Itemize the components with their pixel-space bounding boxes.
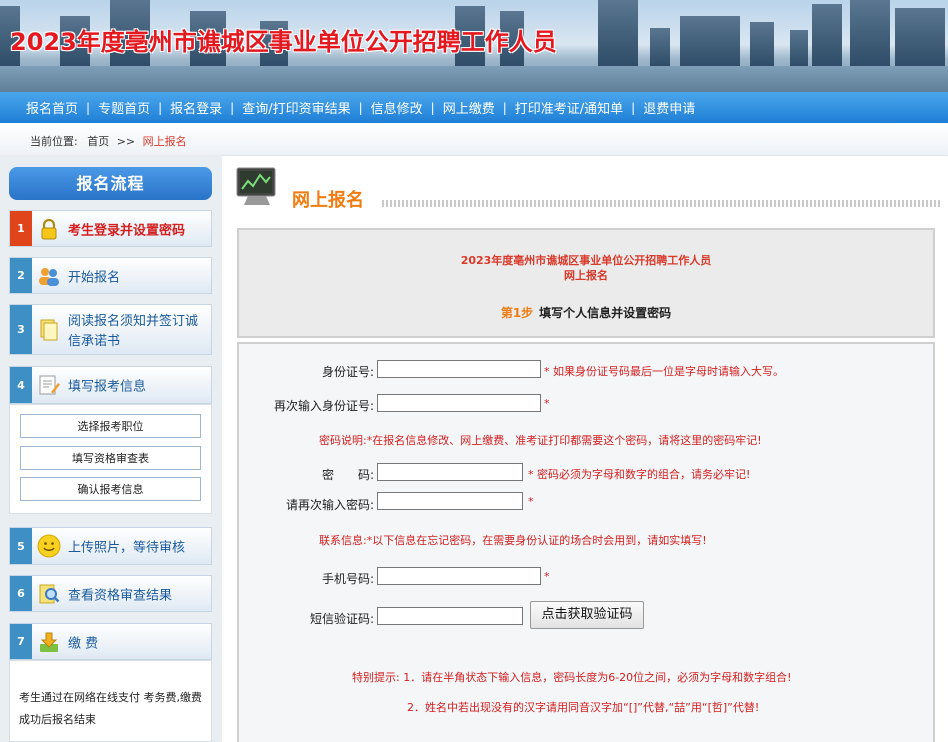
nav-topic-home[interactable]: 专题首页 xyxy=(90,98,158,117)
phone-label: 手机号码: xyxy=(321,572,374,586)
step-4-subpanel: 选择报考职位 填写资格审查表 确认报考信息 xyxy=(9,404,212,514)
password-confirm-label: 请再次输入密码: xyxy=(285,498,374,512)
step-number: 2 xyxy=(10,258,32,293)
id-confirm-hint: * xyxy=(544,397,550,410)
id-number-hint: * 如果身份证号码最后一位是字母时请输入大写。 xyxy=(544,365,784,378)
step-label: 阅读报名须知并签订诚信承诺书 xyxy=(68,314,199,349)
password-confirm-hint: * xyxy=(528,495,534,508)
sidebar: 报名流程 1 考生登录并设置密码 2 开始报名 3 阅读报名须知并签订诚信承诺书… xyxy=(0,155,222,742)
id-number-label: 身份证号: xyxy=(321,365,374,379)
smiley-icon xyxy=(37,534,61,558)
step-6-view-result[interactable]: 6 查看资格审查结果 xyxy=(9,575,212,612)
nav-home[interactable]: 报名首页 xyxy=(18,98,86,117)
step-label: 填写报考信息 xyxy=(68,379,147,395)
exam-subtitle: 网上报名 xyxy=(564,269,608,282)
password-label: 密 码: xyxy=(321,468,374,482)
phone-input[interactable] xyxy=(377,567,541,585)
sms-code-label: 短信验证码: xyxy=(309,612,374,626)
step-number: 7 xyxy=(10,624,32,659)
id-number-input[interactable] xyxy=(377,360,541,378)
exam-name: 2023年度亳州市谯城区事业单位公开招聘工作人员 xyxy=(460,254,712,267)
breadcrumb-current: 网上报名 xyxy=(142,135,187,148)
main-nav: 报名首页 | 专题首页 | 报名登录 | 查询/打印资审结果 | 信息修改 | … xyxy=(0,92,948,123)
step-label: 上传照片，等待审核 xyxy=(68,540,186,556)
confirm-info-button[interactable]: 确认报考信息 xyxy=(20,477,201,501)
tip-1: 特别提示: 1．请在半角状态下输入信息，密码长度为6-20位之间，必须为字母和数… xyxy=(352,671,792,684)
breadcrumb-home[interactable]: 首页 xyxy=(87,135,109,148)
nav-review-results[interactable]: 查询/打印资审结果 xyxy=(234,98,358,117)
id-confirm-input[interactable] xyxy=(377,394,541,412)
password-input[interactable] xyxy=(377,463,523,481)
step-2-start[interactable]: 2 开始报名 xyxy=(9,257,212,294)
fill-review-form-button[interactable]: 填写资格审查表 xyxy=(20,446,201,470)
search-icon xyxy=(39,584,60,603)
contact-note: 联系信息:*以下信息在忘记密码，在需要身份认证的场合时会用到，请如实填写! xyxy=(319,534,707,547)
page-title-bar: 网上报名 xyxy=(234,163,942,213)
id-confirm-label: 再次输入身份证号: xyxy=(273,399,374,413)
download-arrow-icon xyxy=(40,632,58,652)
step-4-fill-info[interactable]: 4 填写报考信息 xyxy=(9,366,212,404)
step-label: 开始报名 xyxy=(68,270,121,285)
step-heading: 第1步 填写个人信息并设置密码 xyxy=(239,304,933,321)
edit-icon xyxy=(39,375,60,395)
breadcrumb-separator: >> xyxy=(116,135,136,148)
select-position-button[interactable]: 选择报考职位 xyxy=(20,414,201,438)
password-note: 密码说明:*在报名信息修改、网上缴费、准考证打印都需要这个密码，请将这里的密码牢… xyxy=(319,434,762,447)
step-number: 1 xyxy=(10,211,32,246)
lock-icon xyxy=(41,218,57,239)
banner-title: 2023年度亳州市谯城区事业单位公开招聘工作人员 xyxy=(10,28,557,56)
nav-edit-info[interactable]: 信息修改 xyxy=(363,98,431,117)
step-3-read-notice[interactable]: 3 阅读报名须知并签订诚信承诺书 xyxy=(9,304,212,355)
step-number-label: 第1步 xyxy=(500,306,534,320)
password-confirm-input[interactable] xyxy=(377,492,523,510)
nav-payment[interactable]: 网上缴费 xyxy=(435,98,503,117)
phone-hint: * xyxy=(544,570,550,583)
payment-note-text: 考生通过在网络在线支付 考务费,缴费成功后报名结束 xyxy=(19,691,202,726)
nav-print-ticket[interactable]: 打印准考证/通知单 xyxy=(507,98,631,117)
monitor-icon xyxy=(236,167,276,205)
step-5-upload-photo[interactable]: 5 上传照片，等待审核 xyxy=(9,527,212,565)
sidebar-title: 报名流程 xyxy=(9,167,212,200)
step-number: 4 xyxy=(10,367,32,403)
step-number: 5 xyxy=(10,528,32,564)
step-1-login[interactable]: 1 考生登录并设置密码 xyxy=(9,210,212,247)
tip-2: 2．姓名中若出现没有的汉字请用同音汉字加“[]”代替,“喆”用“[哲]”代替! xyxy=(407,701,760,714)
sms-code-input[interactable] xyxy=(377,607,523,625)
users-icon xyxy=(39,267,59,286)
header-banner: 2023年度亳州市谯城区事业单位公开招聘工作人员 xyxy=(0,0,948,92)
registration-form: 身份证号: * 如果身份证号码最后一位是字母时请输入大写。 再次输入身份证号: … xyxy=(237,342,935,742)
step-label: 查看资格审查结果 xyxy=(68,588,173,603)
breadcrumb: 当前位置: 首页 >> 网上报名 xyxy=(0,123,948,156)
title-divider xyxy=(382,200,942,207)
nav-login[interactable]: 报名登录 xyxy=(162,98,230,117)
step-label: 考生登录并设置密码 xyxy=(68,223,186,238)
exam-info-box: 2023年度亳州市谯城区事业单位公开招聘工作人员 网上报名 第1步 填写个人信息并… xyxy=(237,228,935,338)
step-7-payment[interactable]: 7 缴 费 xyxy=(9,623,212,660)
password-hint: * 密码必须为字母和数字的组合，请务必牢记! xyxy=(528,468,751,481)
step-label: 缴 费 xyxy=(68,636,99,651)
step-number: 6 xyxy=(10,576,32,611)
step-title: 填写个人信息并设置密码 xyxy=(539,306,672,320)
main-content: 网上报名 2023年度亳州市谯城区事业单位公开招聘工作人员 网上报名 第1步 填写… xyxy=(222,155,948,742)
nav-refund[interactable]: 退费申请 xyxy=(635,98,703,117)
payment-note: 考生通过在网络在线支付 考务费,缴费成功后报名结束 xyxy=(9,660,212,742)
document-icon xyxy=(40,319,58,340)
page-title: 网上报名 xyxy=(292,190,364,211)
step-number: 3 xyxy=(10,305,32,354)
get-sms-code-button[interactable]: 点击获取验证码 xyxy=(530,601,644,629)
breadcrumb-label: 当前位置: xyxy=(30,135,78,148)
